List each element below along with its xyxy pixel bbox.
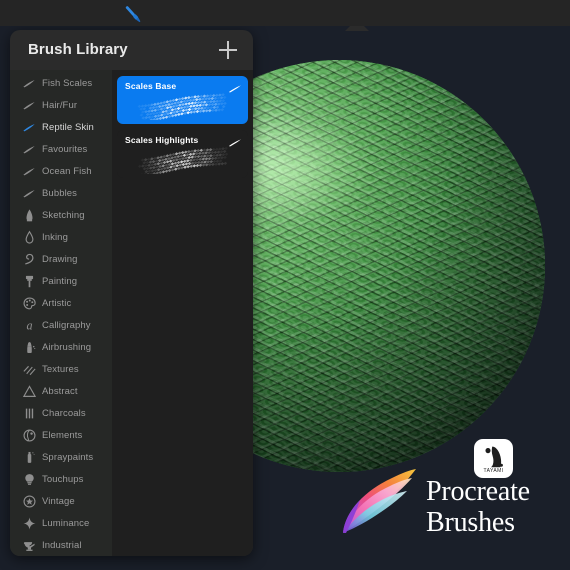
paint-brush-icon <box>16 274 42 289</box>
brush-set-item-spraypaints[interactable]: Spraypaints <box>10 446 112 468</box>
brush-set-item-sketching[interactable]: Sketching <box>10 204 112 226</box>
brush-set-label: Favourites <box>42 144 87 155</box>
brush-set-label: Drawing <box>42 254 78 265</box>
brush-stroke-icon <box>16 186 42 201</box>
brush-set-item-touchups[interactable]: Touchups <box>10 468 112 490</box>
letter-a-icon: a <box>16 318 42 333</box>
brush-set-label: Painting <box>42 276 77 287</box>
brush-set-item-fish-scales[interactable]: Fish Scales <box>10 72 112 94</box>
brush-set-label: Luminance <box>42 518 89 529</box>
brush-set-label: Calligraphy <box>42 320 91 331</box>
brush-set-item-textures[interactable]: Textures <box>10 358 112 380</box>
brush-set-label: Artistic <box>42 298 71 309</box>
brush-set-item-artistic[interactable]: Artistic <box>10 292 112 314</box>
brush-stroke-icon <box>16 76 42 91</box>
brush-set-item-vintage[interactable]: Vintage <box>10 490 112 512</box>
brush-set-item-bubbles[interactable]: Bubbles <box>10 182 112 204</box>
page-title: Brush Library <box>28 41 128 58</box>
brush-stroke-icon <box>16 98 42 113</box>
squiggle-icon <box>16 252 42 267</box>
triangle-icon <box>16 384 42 399</box>
paintbrush-icon[interactable] <box>119 2 147 26</box>
brush-set-item-reptile-skin[interactable]: Reptile Skin <box>10 116 112 138</box>
star-circle-icon <box>16 494 42 509</box>
brush-set-label: Touchups <box>42 474 83 485</box>
brush-set-item-airbrushing[interactable]: Airbrushing <box>10 336 112 358</box>
brush-set-label: Fish Scales <box>42 78 92 89</box>
brush-set-label: Ocean Fish <box>42 166 92 177</box>
pencil-tip-icon <box>16 208 42 223</box>
airbrush-icon <box>16 340 42 355</box>
brush-list[interactable]: Scales Base Scales Highlights <box>112 70 253 556</box>
brush-set-list[interactable]: Fish Scales Hair/Fur Reptile Skin Favourite… <box>10 70 112 556</box>
brush-set-item-industrial[interactable]: Industrial <box>10 534 112 556</box>
svg-text:a: a <box>26 318 32 332</box>
brush-set-item-ocean-fish[interactable]: Ocean Fish <box>10 160 112 182</box>
brush-set-label: Hair/Fur <box>42 100 77 111</box>
brush-set-label: Inking <box>42 232 68 243</box>
panel-header: Brush Library <box>10 30 253 70</box>
tayami-badge-text: TAYAMI <box>474 468 513 474</box>
hatching-icon <box>16 362 42 377</box>
brush-card-scales-highlights[interactable]: Scales Highlights <box>117 130 248 178</box>
brush-name: Scales Highlights <box>125 135 198 145</box>
sparkle-icon <box>16 516 42 531</box>
add-brush-button[interactable] <box>217 39 239 61</box>
brush-set-item-painting[interactable]: Painting <box>10 270 112 292</box>
brand-line-brushes: Brushes <box>426 509 570 538</box>
brush-set-item-elements[interactable]: Elements <box>10 424 112 446</box>
brand-line-procreate: Procreate <box>426 478 570 507</box>
brush-set-item-inking[interactable]: Inking <box>10 226 112 248</box>
procreate-swirl-icon <box>336 466 428 538</box>
brush-set-item-favourites[interactable]: Favourites <box>10 138 112 160</box>
ink-drop-icon <box>16 230 42 245</box>
brush-set-item-abstract[interactable]: Abstract <box>10 380 112 402</box>
brush-card-scales-base[interactable]: Scales Base <box>117 76 248 124</box>
brush-name: Scales Base <box>125 81 176 91</box>
brush-set-label: Sketching <box>42 210 85 221</box>
brush-set-item-hair-fur[interactable]: Hair/Fur <box>10 94 112 116</box>
brush-set-label: Industrial <box>42 540 82 551</box>
globe-icon <box>16 428 42 443</box>
brush-set-label: Abstract <box>42 386 78 397</box>
tayami-logo-badge: TAYAMI <box>474 439 513 478</box>
brush-stroke-icon <box>16 120 42 135</box>
top-toolbar <box>0 0 570 26</box>
brush-set-label: Spraypaints <box>42 452 93 463</box>
brush-library-panel: Brush Library Fish Scales Hair/Fur Reptile… <box>10 30 253 556</box>
brush-set-label: Elements <box>42 430 82 441</box>
brush-set-label: Textures <box>42 364 79 375</box>
brush-stroke-icon <box>16 164 42 179</box>
brush-set-item-drawing[interactable]: Drawing <box>10 248 112 270</box>
brush-edit-icon[interactable] <box>228 134 242 144</box>
palette-icon <box>16 296 42 311</box>
bulb-icon <box>16 472 42 487</box>
brush-set-item-luminance[interactable]: Luminance <box>10 512 112 534</box>
brush-edit-icon[interactable] <box>228 80 242 90</box>
brand-text: Procreate Brushes <box>426 478 570 537</box>
three-bars-icon <box>16 406 42 421</box>
brush-set-label: Reptile Skin <box>42 122 94 133</box>
brush-set-item-charcoals[interactable]: Charcoals <box>10 402 112 424</box>
brush-stroke-preview <box>125 92 240 120</box>
panel-body: Fish Scales Hair/Fur Reptile Skin Favourite… <box>10 70 253 556</box>
brush-set-label: Bubbles <box>42 188 77 199</box>
brush-stroke-icon <box>16 142 42 157</box>
brush-set-label: Airbrushing <box>42 342 91 353</box>
brush-set-item-calligraphy[interactable]: a Calligraphy <box>10 314 112 336</box>
brush-stroke-preview <box>125 146 240 174</box>
spray-can-icon <box>16 450 42 465</box>
brush-set-label: Charcoals <box>42 408 86 419</box>
anvil-icon <box>16 538 42 553</box>
brush-set-label: Vintage <box>42 496 75 507</box>
